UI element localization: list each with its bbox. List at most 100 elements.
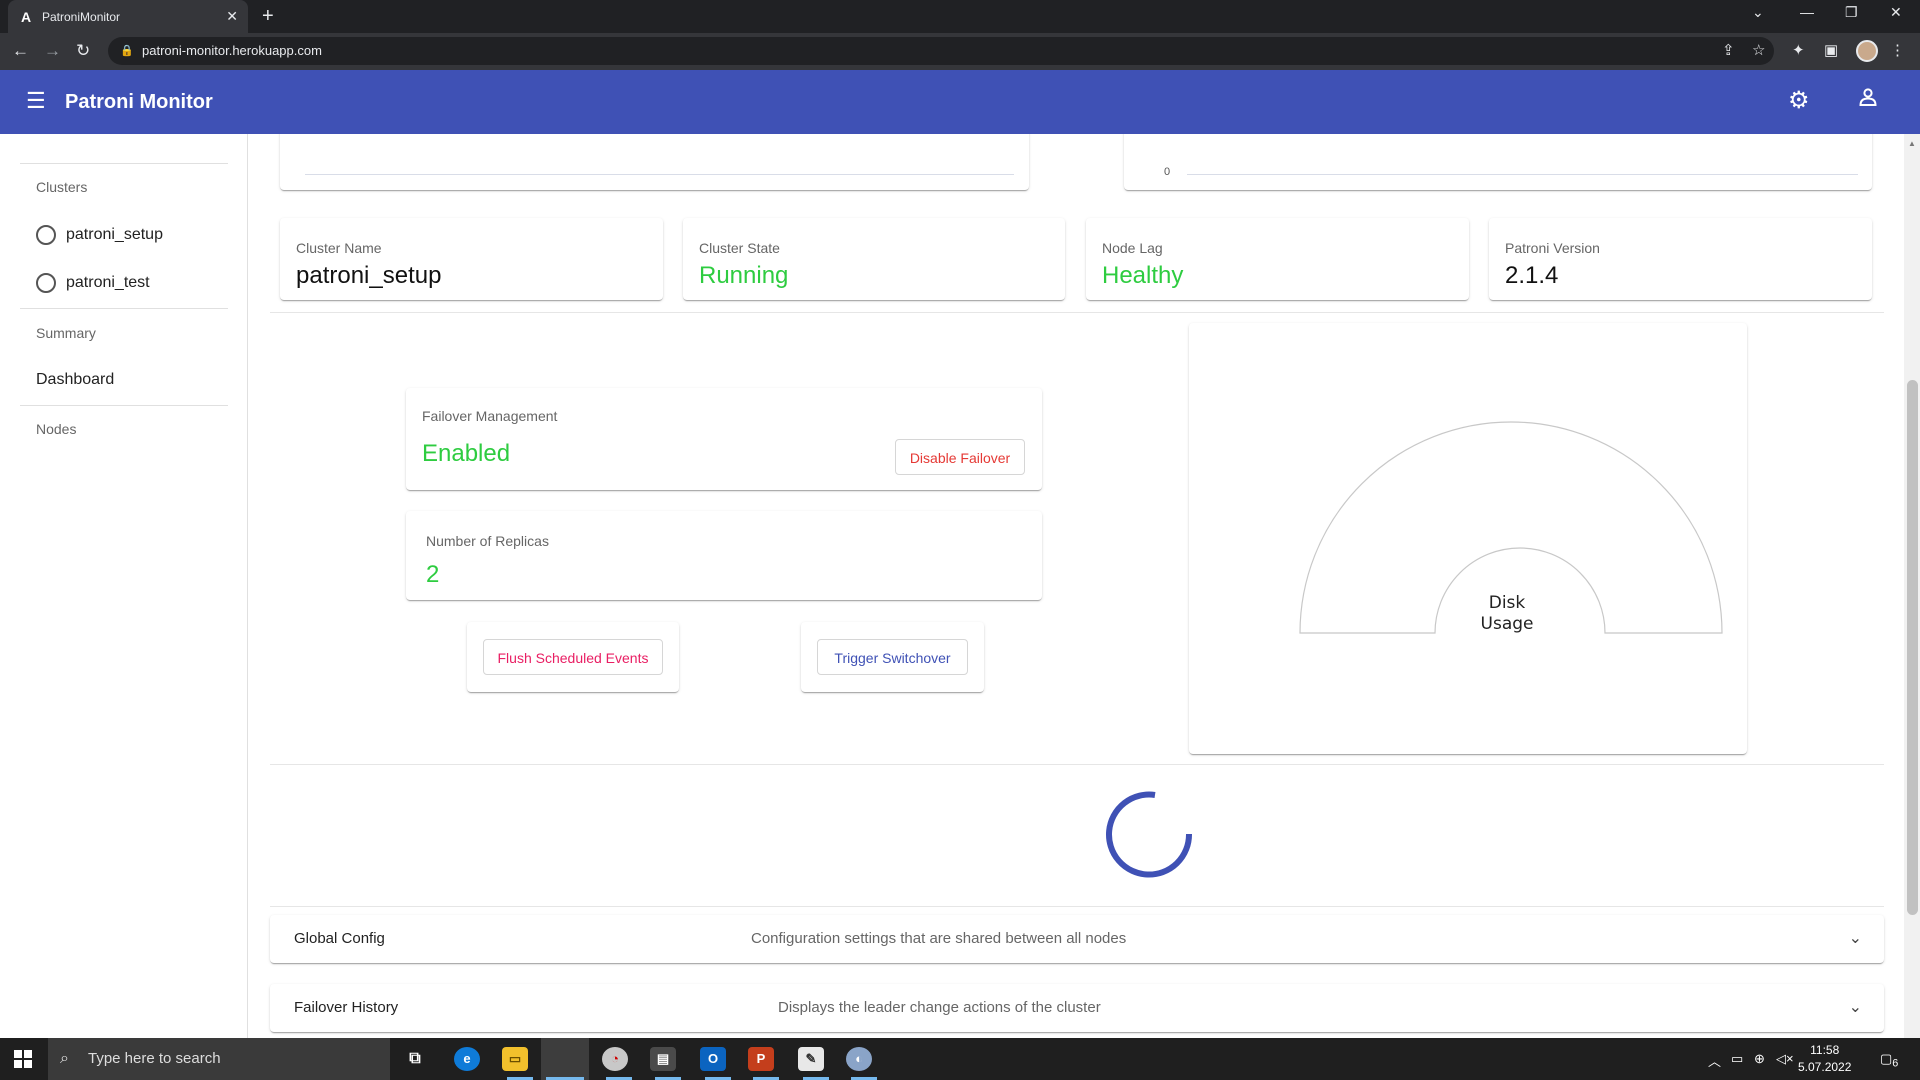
chart-axis-line	[1187, 174, 1858, 175]
stat-value: 2.1.4	[1505, 262, 1559, 289]
stat-card-cluster-state: Cluster State Running	[683, 218, 1065, 300]
close-tab-icon[interactable]: ✕	[226, 8, 238, 25]
app-icon-2[interactable]: ▤	[650, 1047, 676, 1071]
chevron-down-icon[interactable]: ⌄	[1849, 997, 1862, 1017]
divider	[20, 405, 228, 406]
tray-overflow-icon[interactable]: ︿	[1708, 1051, 1721, 1070]
global-config-panel[interactable]: Global Config Configuration settings tha…	[270, 915, 1884, 963]
cluster-label: patroni_setup	[66, 226, 163, 243]
trigger-switchover-button[interactable]: Trigger Switchover	[817, 639, 968, 675]
edge-icon[interactable]: e	[454, 1047, 480, 1071]
browser-tab[interactable]: A PatroniMonitor ✕	[8, 0, 248, 33]
stat-label: Node Lag	[1102, 240, 1163, 256]
tab-search-icon[interactable]: ⌄	[1752, 4, 1764, 21]
search-icon: ⌕	[60, 1050, 69, 1067]
stat-label: Cluster Name	[296, 240, 382, 256]
main-content: 0 Cluster Name patroni_setup Cluster Sta…	[249, 134, 1904, 1038]
browser-toolbar: ← → ↻ 🔒 patroni-monitor.herokuapp.com ⇪ …	[0, 33, 1920, 70]
stat-value: patroni_setup	[296, 262, 442, 289]
clock-date: 5.07.2022	[1798, 1060, 1852, 1074]
sidebar-item-dashboard[interactable]: Dashboard	[36, 371, 114, 389]
disable-failover-button[interactable]: Disable Failover	[895, 439, 1025, 475]
app-toolbar: ☰ Patroni Monitor ⚙	[0, 70, 1920, 134]
switchover-card: Trigger Switchover	[801, 622, 984, 692]
profile-avatar[interactable]	[1856, 40, 1878, 62]
stat-value: Running	[699, 262, 789, 289]
reload-icon[interactable]: ↻	[76, 41, 90, 61]
section-divider	[270, 764, 1884, 765]
tab-title: PatroniMonitor	[42, 9, 121, 24]
restore-icon[interactable]: ❐	[1845, 4, 1858, 21]
address-bar[interactable]: 🔒 patroni-monitor.herokuapp.com	[108, 37, 1774, 65]
settings-gear-icon[interactable]: ⚙	[1788, 86, 1810, 115]
replicas-value: 2	[426, 561, 440, 588]
panel-title: Global Config	[294, 930, 385, 947]
panel-title: Failover History	[294, 999, 399, 1016]
disk-usage-gauge	[1299, 421, 1723, 634]
account-icon[interactable]	[1858, 87, 1878, 113]
panel-description: Displays the leader change actions of th…	[778, 999, 1101, 1016]
summary-header: Summary	[36, 325, 96, 341]
divider	[20, 308, 228, 309]
divider	[20, 163, 228, 164]
taskbar-search-box[interactable]: ⌕ Type here to search	[48, 1038, 390, 1080]
task-view-icon[interactable]: ⧉	[402, 1047, 428, 1071]
scrollbar-thumb[interactable]	[1907, 380, 1918, 915]
app-icon-4[interactable]: ◐	[846, 1047, 872, 1071]
network-icon[interactable]: ⊕	[1754, 1051, 1765, 1067]
chevron-down-icon[interactable]: ⌄	[1849, 928, 1862, 948]
stat-label: Cluster State	[699, 240, 780, 256]
clusters-header: Clusters	[36, 179, 88, 195]
chart-axis-line	[305, 174, 1014, 175]
failover-status: Enabled	[422, 440, 511, 467]
sidebar: Clusters patroni_setup patroni_test Summ…	[0, 134, 248, 1038]
flush-scheduled-events-button[interactable]: Flush Scheduled Events	[483, 639, 663, 675]
clock-time: 11:58	[1810, 1043, 1840, 1057]
new-tab-icon[interactable]: +	[262, 5, 274, 28]
back-icon[interactable]: ←	[12, 41, 29, 61]
scroll-up-arrow-icon[interactable]: ▲	[1908, 139, 1916, 148]
bookmark-star-icon[interactable]: ☆	[1752, 41, 1765, 59]
failover-label: Failover Management	[422, 408, 558, 424]
volume-muted-icon[interactable]: ◁×	[1776, 1051, 1794, 1067]
chart-card-right: 0	[1124, 134, 1872, 190]
browser-tab-strip: A PatroniMonitor ✕ + ⌄ — ❐ ✕	[0, 0, 1920, 33]
gauge-label-line2: Usage	[1480, 614, 1534, 634]
powerpoint-icon[interactable]: P	[748, 1047, 774, 1071]
forward-icon[interactable]: →	[44, 41, 61, 61]
extensions-icon[interactable]: ✦	[1792, 41, 1805, 59]
notifications-icon[interactable]: ▢6	[1880, 1051, 1898, 1070]
side-panel-icon[interactable]: ▣	[1824, 41, 1838, 59]
close-window-icon[interactable]: ✕	[1890, 4, 1902, 21]
app-icon-3[interactable]: ✎	[798, 1047, 824, 1071]
radio-button-icon[interactable]	[36, 225, 56, 245]
stat-card-node-lag: Node Lag Healthy	[1086, 218, 1469, 300]
loading-spinner-icon	[1106, 791, 1193, 878]
failover-history-panel[interactable]: Failover History Displays the leader cha…	[270, 984, 1884, 1032]
taskbar-clock[interactable]: 11:58 5.07.2022	[1798, 1042, 1851, 1076]
replicas-label: Number of Replicas	[426, 533, 549, 549]
active-app-highlight	[541, 1038, 589, 1080]
angular-favicon-icon: A	[20, 8, 32, 25]
panel-description: Configuration settings that are shared b…	[751, 930, 1127, 947]
url-text: patroni-monitor.herokuapp.com	[142, 43, 322, 58]
battery-icon[interactable]: ▭	[1731, 1051, 1743, 1067]
hamburger-menu-icon[interactable]: ☰	[26, 88, 46, 114]
browser-menu-icon[interactable]: ⋮	[1890, 41, 1905, 59]
cluster-radio-patroni-test[interactable]: patroni_test	[36, 273, 150, 293]
chart-card-left	[280, 134, 1029, 190]
app-icon-1[interactable]: ◔	[602, 1047, 628, 1071]
radio-button-icon[interactable]	[36, 273, 56, 293]
windows-start-icon[interactable]	[14, 1050, 32, 1073]
notification-count: 6	[1892, 1057, 1899, 1070]
minimize-icon[interactable]: —	[1800, 4, 1814, 20]
windows-taskbar: ⌕ Type here to search ⧉ e ▭ ◉ ◔ ▤ O P ✎ …	[0, 1038, 1920, 1080]
outlook-icon[interactable]: O	[700, 1047, 726, 1071]
stat-value: Healthy	[1102, 262, 1184, 289]
disk-usage-card: Disk Usage	[1189, 323, 1747, 754]
cluster-radio-patroni-setup[interactable]: patroni_setup	[36, 225, 163, 245]
nodes-header: Nodes	[36, 421, 77, 437]
share-icon[interactable]: ⇪	[1722, 41, 1735, 59]
file-explorer-icon[interactable]: ▭	[502, 1047, 528, 1071]
cluster-label: patroni_test	[66, 274, 150, 291]
